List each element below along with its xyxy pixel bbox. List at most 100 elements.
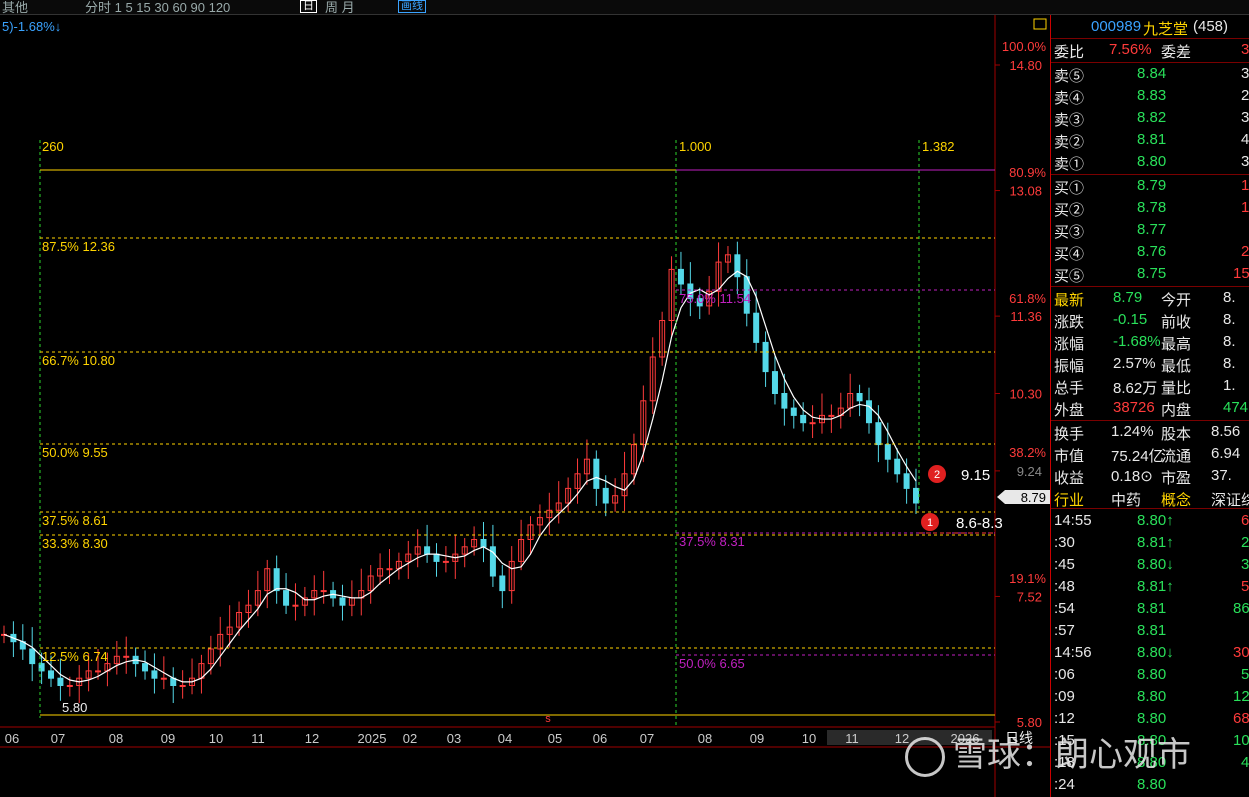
- bid-label: 买③: [1054, 224, 1085, 241]
- toolbar-left-text[interactable]: 其他: [2, 0, 28, 14]
- chart-header-label: 5)-1.68%↓: [2, 19, 61, 34]
- tick-volume: 30: [1233, 644, 1249, 661]
- candle-body: [781, 393, 788, 409]
- tick-price: 8.81: [1137, 622, 1167, 639]
- stat-label: 涨跌: [1054, 314, 1085, 331]
- info-value: 0.18⊙: [1111, 468, 1153, 485]
- stock-code: 000989: [1091, 18, 1142, 35]
- annotation-text: 8.6-8.3: [956, 515, 1003, 532]
- x-tick-label: 06: [5, 731, 19, 746]
- info-value: 75.24亿: [1111, 448, 1164, 465]
- tick-row: :48 8.81↑ 5: [1051, 576, 1249, 598]
- weibi-row: 委比 7.56% 委差 3: [1051, 39, 1249, 61]
- fib-level-label: 12.5% 6.74: [42, 649, 108, 664]
- ask-label: 卖⑤: [1054, 68, 1085, 85]
- stat-row: 最新 8.79 今开 8.: [1051, 287, 1249, 309]
- tick-time: :54: [1054, 600, 1075, 617]
- candle-body: [424, 546, 431, 555]
- watermark: 雪球：朗心观市: [905, 727, 1191, 778]
- bid-label: 买④: [1054, 246, 1085, 263]
- x-tick-label: 11: [251, 731, 265, 746]
- y-pct-label: 19.1%: [1009, 571, 1046, 586]
- bid-row: 买② 8.78 1: [1051, 197, 1249, 219]
- bid-row: 买③ 8.77: [1051, 219, 1249, 241]
- fib-level-label: 50.0% 9.55: [42, 445, 108, 460]
- stat-label-2: 最低: [1161, 358, 1192, 375]
- tick-time: :57: [1054, 622, 1075, 639]
- panel-toggle-icon: [1033, 18, 1047, 30]
- ask-row: 卖① 8.80 3: [1051, 151, 1249, 173]
- x-tick-label: 2025: [358, 731, 387, 746]
- kline-chart[interactable]: 5)-1.68%↓ 14.80 13.08 11.36 10.30 9.24 7.52 5.8…: [0, 15, 1050, 797]
- toolbar-periods[interactable]: 分时 1 5 15 30 60 90 120: [85, 0, 230, 14]
- candle-body: [66, 685, 73, 687]
- tick-price: 8.80↓: [1137, 644, 1174, 661]
- y-tick-label: 13.08: [1009, 184, 1042, 199]
- watermark-text: 雪球：朗心观市: [953, 736, 1191, 774]
- stat-value: -1.68%: [1113, 333, 1161, 350]
- tick-row: :30 8.81↑ 2: [1051, 532, 1249, 554]
- x-tick-label: 07: [51, 731, 65, 746]
- info-row: 市值 75.24亿 流通 6.94: [1051, 443, 1249, 465]
- info-label-2: 股本: [1161, 426, 1192, 443]
- y-tick-label: 7.52: [1017, 589, 1042, 604]
- candle-body: [123, 655, 130, 658]
- bid-price: 8.78: [1137, 199, 1167, 216]
- candle-body: [677, 268, 684, 285]
- stock-name: 九芝堂: [1143, 21, 1189, 38]
- draw-line-button[interactable]: 画线: [398, 0, 426, 13]
- info-row: 行业 中药 概念 深证综指: [1051, 487, 1249, 509]
- tick-row: :06 8.80 5: [1051, 664, 1249, 686]
- x-tick-label: 07: [640, 731, 654, 746]
- stat-label-2: 前收: [1161, 314, 1192, 331]
- tick-volume: 12: [1233, 688, 1249, 705]
- xueqiu-logo-icon: [905, 737, 945, 778]
- tick-price: 8.80: [1137, 688, 1167, 705]
- bid-price: 8.79: [1137, 177, 1167, 194]
- toolbar-other-periods[interactable]: 周 月: [325, 0, 355, 14]
- bid-row: 买④ 8.76 2: [1051, 241, 1249, 263]
- fib-right-level-label: 75.0% 11.54: [679, 291, 751, 306]
- stat-row: 总手 8.62万 量比 1.: [1051, 375, 1249, 397]
- tick-time: :45: [1054, 556, 1075, 573]
- stat-row: 振幅 2.57% 最低 8.: [1051, 353, 1249, 375]
- tick-time: :06: [1054, 666, 1075, 683]
- candle-body: [151, 670, 158, 679]
- candle-body: [29, 648, 36, 665]
- candle-body: [179, 685, 186, 687]
- bid-volume: 15: [1233, 265, 1249, 282]
- info-row: 换手 1.24% 股本 8.56: [1051, 421, 1249, 443]
- tick-volume: 5: [1241, 666, 1249, 683]
- tick-row: :45 8.80↓ 3: [1051, 554, 1249, 576]
- ask-label: 卖①: [1054, 156, 1085, 173]
- candle-body: [602, 487, 609, 504]
- low-point-label: 5.80: [62, 700, 87, 715]
- stat-label: 振幅: [1054, 358, 1085, 375]
- stat-label: 涨幅: [1054, 336, 1085, 353]
- tick-price: 8.81↑: [1137, 578, 1174, 595]
- current-price-label: 8.79: [1021, 490, 1046, 505]
- candle-body: [593, 458, 600, 489]
- y-tick-label: 9.24: [1017, 464, 1042, 479]
- period-day-button[interactable]: 日: [300, 0, 317, 13]
- stat-row: 涨幅 -1.68% 最高 8.: [1051, 331, 1249, 353]
- tick-volume: 6: [1241, 512, 1249, 529]
- tick-volume: 10: [1233, 732, 1249, 749]
- x-tick-label: 09: [161, 731, 175, 746]
- fib-right-start-label: 1.000: [679, 139, 712, 154]
- ask-label: 卖③: [1054, 112, 1085, 129]
- period-toolbar: 其他 分时 1 5 15 30 60 90 120 日 周 月 画线: [0, 0, 1249, 15]
- fib-right-level-label: 37.5% 8.31: [679, 534, 745, 549]
- ask-row: 卖③ 8.82 3: [1051, 107, 1249, 129]
- ask-volume: 3: [1241, 153, 1249, 170]
- ask-price: 8.81: [1137, 131, 1167, 148]
- weibi-value: 7.56%: [1109, 41, 1152, 58]
- candle-body: [800, 414, 807, 424]
- bid-volume: 2: [1241, 243, 1249, 260]
- tick-row: :57 8.81: [1051, 620, 1249, 642]
- x-tick-label: 09: [750, 731, 764, 746]
- stat-value: 2.57%: [1113, 355, 1156, 372]
- tick-price: 8.80: [1137, 710, 1167, 727]
- x-tick-label: 08: [109, 731, 123, 746]
- stock-count: (458): [1193, 18, 1229, 35]
